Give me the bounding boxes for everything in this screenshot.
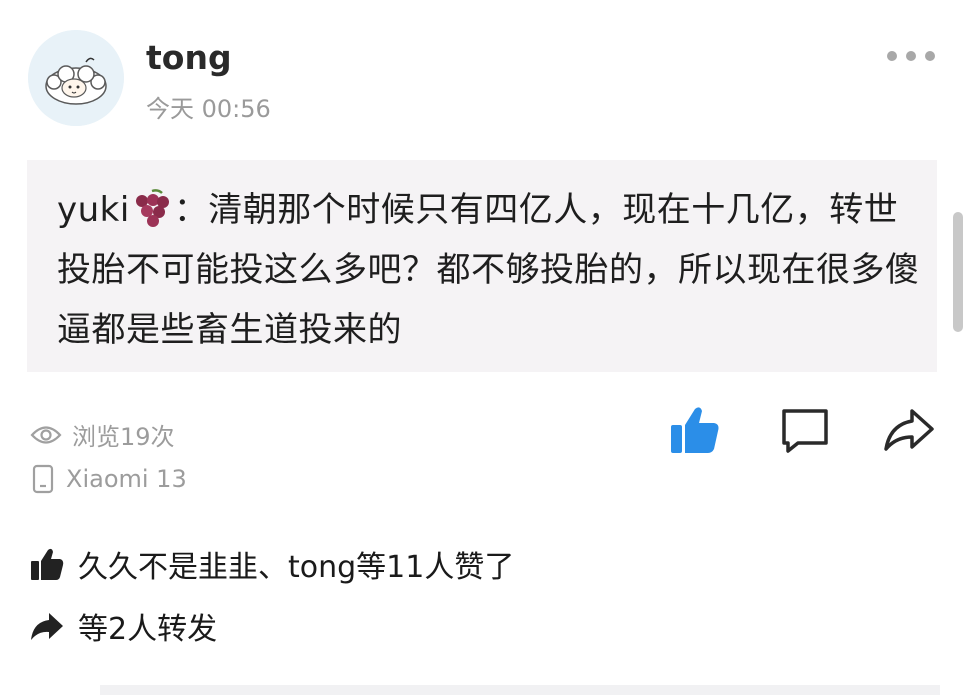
next-card-edge xyxy=(100,685,940,695)
likes-summary[interactable]: 久久不是韭韭、tong等11人赞了 xyxy=(30,542,514,586)
share-button[interactable] xyxy=(881,402,937,458)
comment-button[interactable] xyxy=(777,402,833,458)
view-count: 浏览19次 xyxy=(72,423,175,451)
dot-icon xyxy=(925,51,935,61)
dot-icon xyxy=(906,51,916,61)
dot-icon xyxy=(887,51,897,61)
phone-icon xyxy=(32,464,54,494)
grape-icon xyxy=(132,187,172,229)
quote-box[interactable]: yuki ：清朝那个时候只有四亿人，现在十几亿，转世投胎不可能投这么多吧？都不够… xyxy=(27,160,937,372)
quote-content: ：清朝那个时候只有四亿人，现在十几亿，转世投胎不可能投这么多吧？都不够投胎的，所… xyxy=(57,190,920,350)
quote-user[interactable]: yuki xyxy=(57,190,130,230)
avatar[interactable] xyxy=(28,30,124,126)
quote-text: yuki ：清朝那个时候只有四亿人，现在十几亿，转世投胎不可能投这么多吧？都不够… xyxy=(57,180,927,360)
view-count-row: 浏览19次 xyxy=(30,417,175,452)
more-options-button[interactable] xyxy=(887,46,935,66)
post-timestamp: 今天 00:56 xyxy=(146,95,271,123)
shares-text: 等2人转发 xyxy=(78,612,218,647)
post-author[interactable]: tong xyxy=(146,38,232,77)
like-button[interactable] xyxy=(667,402,723,458)
likes-text: 久久不是韭韭、tong等11人赞了 xyxy=(78,550,515,585)
shares-summary[interactable]: 等2人转发 xyxy=(30,604,217,648)
device-name: Xiaomi 13 xyxy=(66,465,187,493)
comment-icon xyxy=(782,409,828,453)
eye-icon xyxy=(30,425,62,444)
sheep-avatar-icon xyxy=(28,30,124,126)
thumbs-up-icon xyxy=(671,407,719,453)
thumbs-up-icon xyxy=(31,548,64,580)
scrollbar[interactable] xyxy=(953,212,963,332)
share-icon xyxy=(884,409,934,451)
share-arrow-icon xyxy=(31,613,63,640)
device-row: Xiaomi 13 xyxy=(30,464,187,494)
